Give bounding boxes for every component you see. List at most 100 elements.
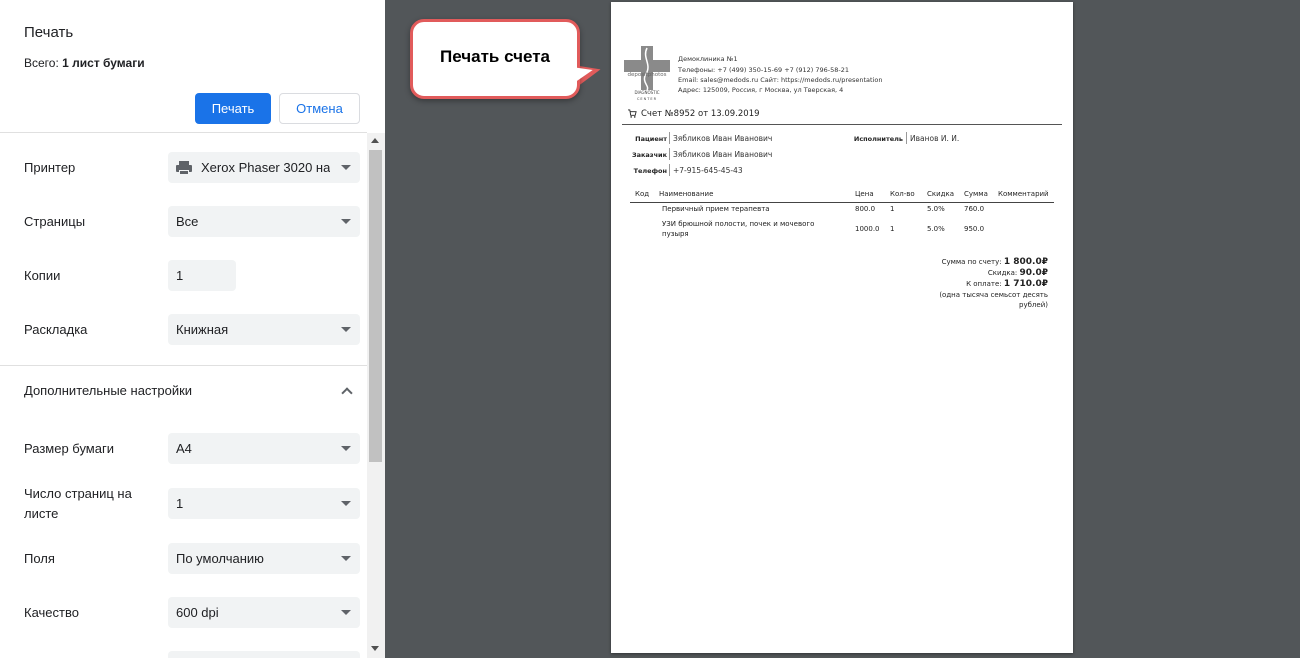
printer-select[interactable]: Xerox Phaser 3020 на [168, 152, 360, 183]
scrollbar-thumb[interactable] [369, 150, 382, 462]
clinic-logo: depositphotos DIAGNOSTIC CENTER [624, 46, 670, 101]
total-value: 1 800.0₽ [1003, 257, 1048, 267]
clinic-phones: Телефоны: +7 (499) 350-15-69 +7 (912) 79… [678, 66, 850, 74]
phone-value: +7-915-645-45-43 [673, 166, 743, 175]
next-select-partial[interactable] [168, 651, 360, 658]
row-name: УЗИ брюшной полости, почек и мочевого [662, 220, 815, 228]
chevron-down-icon [341, 556, 351, 561]
col-sum: Сумма [964, 190, 988, 198]
quality-value: 600 dpi [176, 605, 219, 620]
sheet-count: Всего: 1 лист бумаги [24, 56, 145, 70]
printer-icon [176, 160, 192, 175]
quality-select[interactable]: 600 dpi [168, 597, 360, 628]
margins-select[interactable]: По умолчанию [168, 543, 360, 574]
copies-input[interactable]: 1 [168, 260, 236, 291]
pay-label: К оплате: [966, 280, 1002, 288]
panel-title: Печать [24, 24, 74, 41]
pay-value: 1 710.0₽ [1003, 279, 1048, 289]
paper-size-label: Размер бумаги [24, 441, 114, 456]
margins-label: Поля [24, 551, 55, 566]
invoice-title: Счет №8952 от 13.09.2019 [641, 109, 760, 119]
pages-per-sheet-select[interactable]: 1 [168, 488, 360, 519]
svg-text:CENTER: CENTER [637, 97, 657, 101]
chevron-down-icon [341, 219, 351, 224]
col-qty: Кол-во [890, 190, 915, 198]
cancel-button[interactable]: Отмена [279, 93, 360, 124]
callout-text: Печать счета [440, 47, 550, 66]
divider [669, 148, 670, 160]
row-qty: 1 [890, 225, 895, 233]
pages-per-sheet-label: Число страниц на листе [24, 484, 132, 524]
chevron-down-icon [341, 610, 351, 615]
row-name: Первичный прием терапевта [662, 205, 770, 213]
discount-value: 90.0₽ [1019, 268, 1048, 278]
customer-value: Зябликов Иван Иванович [673, 150, 773, 159]
row-name-cont: пузыря [662, 230, 689, 238]
printer-label: Принтер [24, 160, 76, 175]
layout-label: Раскладка [24, 322, 88, 337]
divider [906, 132, 907, 144]
clinic-address: Адрес: 125009, Россия, г Москва, ул Твер… [678, 86, 844, 94]
customer-label: Заказчик [631, 151, 667, 159]
discount-label: Скидка: [987, 269, 1018, 277]
print-settings-panel: Печать Всего: 1 лист бумаги Печать Отмен… [0, 0, 385, 658]
scroll-up-arrow-icon[interactable] [371, 138, 379, 143]
chevron-down-icon [341, 327, 351, 332]
pages-label: Страницы [24, 214, 86, 229]
preview-page [611, 2, 1073, 653]
layout-select[interactable]: Книжная [168, 314, 360, 345]
chevron-down-icon [341, 165, 351, 170]
chevron-down-icon [341, 501, 351, 506]
total-line: Сумма по счету: 1 800.0₽ [942, 257, 1048, 267]
patient-label: Пациент [635, 135, 667, 143]
paper-size-select[interactable]: A4 [168, 433, 360, 464]
layout-value: Книжная [176, 322, 229, 337]
col-name: Наименование [659, 190, 714, 198]
col-discount: Скидка [927, 190, 955, 198]
row-sum: 760.0 [964, 205, 985, 213]
sheet-count-value: 1 лист бумаги [62, 56, 145, 70]
discount-line: Скидка: 90.0₽ [988, 268, 1048, 278]
sheet-count-prefix: Всего: [24, 56, 63, 70]
row-sum: 950.0 [964, 225, 985, 233]
amount-in-words-cont: рублей) [1019, 301, 1048, 309]
pages-per-sheet-label-line2: листе [24, 506, 59, 521]
amount-in-words: (одна тысяча семьсот десять [939, 291, 1048, 299]
pages-value: Все [176, 214, 199, 229]
row-qty: 1 [890, 205, 895, 213]
clinic-contacts: Email: sales@medods.ru Сайт: https://med… [678, 76, 883, 84]
executor-value: Иванов И. И. [910, 134, 960, 143]
pages-per-sheet-value: 1 [176, 496, 184, 511]
divider [630, 202, 1054, 203]
pages-select[interactable]: Все [168, 206, 360, 237]
advanced-settings-toggle[interactable]: Дополнительные настройки [24, 381, 192, 401]
paper-size-value: A4 [176, 441, 192, 456]
printer-value: Xerox Phaser 3020 на [201, 160, 331, 175]
divider [622, 124, 1062, 125]
row-discount: 5.0% [927, 205, 945, 213]
divider [0, 132, 367, 133]
clinic-name: Демоклиника №1 [678, 55, 738, 63]
executor-label: Исполнитель [853, 135, 903, 143]
svg-text:DIAGNOSTIC: DIAGNOSTIC [634, 90, 659, 95]
row-price: 800.0 [855, 205, 876, 213]
pages-per-sheet-label-line1: Число страниц на [24, 486, 132, 501]
callout-bubble: Печать счета [410, 19, 580, 99]
col-code: Код [635, 190, 650, 198]
divider [669, 164, 670, 176]
chevron-down-icon [341, 446, 351, 451]
svg-text:depositphotos: depositphotos [627, 72, 666, 78]
pay-line: К оплате: 1 710.0₽ [966, 279, 1048, 289]
row-price: 1000.0 [855, 225, 880, 233]
chevron-up-icon[interactable] [342, 386, 352, 396]
divider [0, 365, 367, 366]
print-button[interactable]: Печать [195, 93, 271, 124]
cart-icon [628, 109, 637, 118]
row-discount: 5.0% [927, 225, 945, 233]
scroll-down-arrow-icon[interactable] [371, 646, 379, 651]
patient-value: Зябликов Иван Иванович [673, 134, 773, 143]
divider [669, 132, 670, 144]
margins-value: По умолчанию [176, 551, 264, 566]
col-price: Цена [855, 190, 874, 198]
quality-label: Качество [24, 605, 79, 620]
